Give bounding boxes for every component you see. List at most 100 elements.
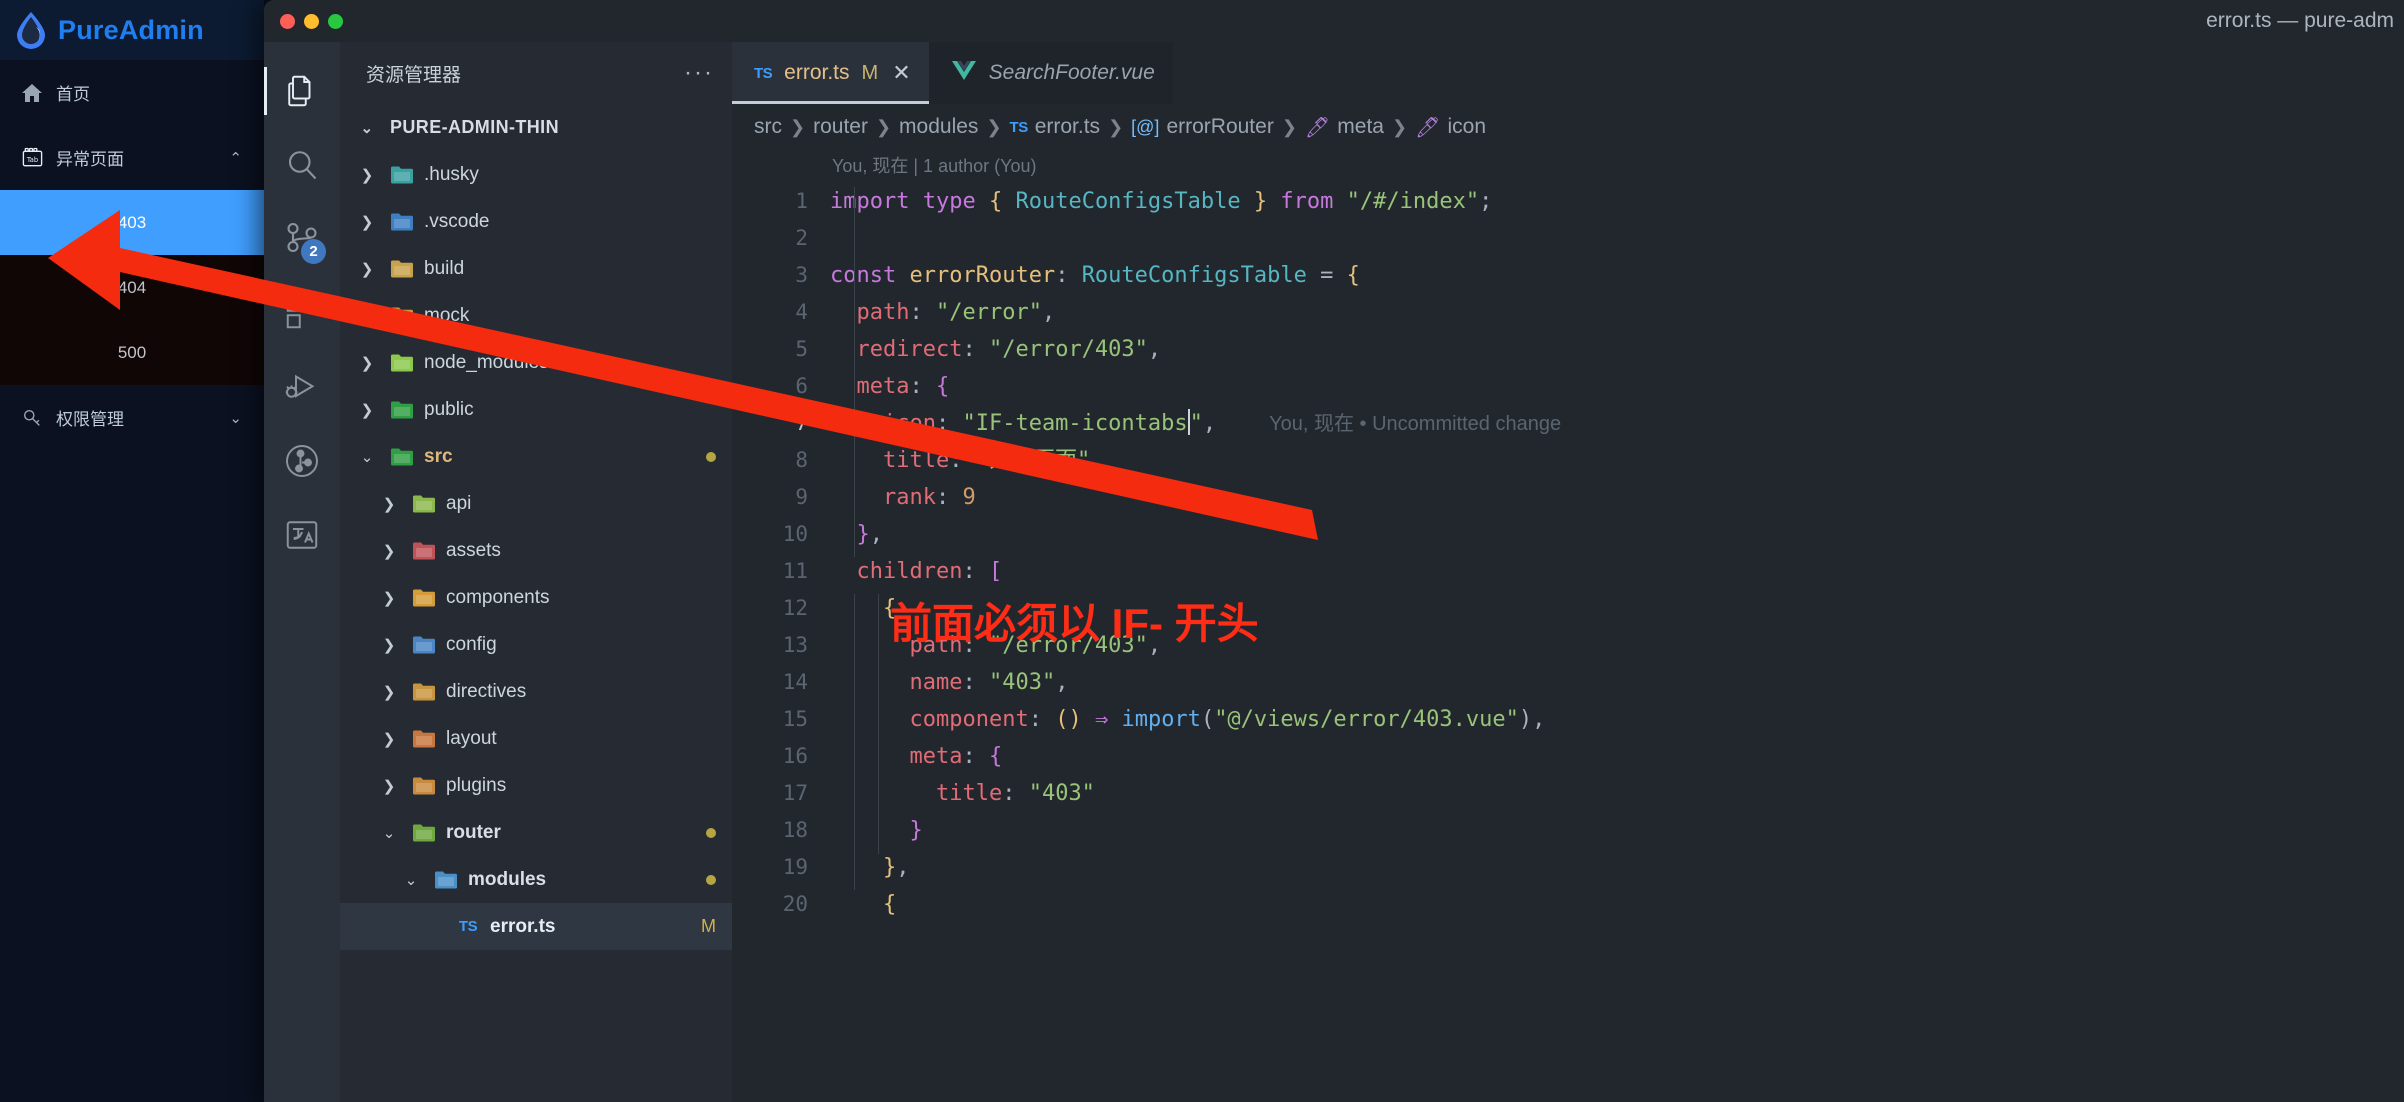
code-line-1[interactable]: import type { RouteConfigsTable } from "… [830,183,2404,220]
breadcrumb-label: icon [1447,115,1486,138]
chevron-up-icon[interactable]: ⌃ [229,149,242,167]
chevron-right-icon[interactable]: ❯ [354,166,380,184]
chevron-down-icon[interactable]: ⌄ [398,871,424,889]
chevron-down-icon[interactable]: ⌄ [354,448,380,466]
folder-api-icon [411,491,437,517]
code-line-16[interactable]: meta: { [830,738,2404,775]
breadcrumb-item-modules[interactable]: modules [899,115,978,139]
chevron-down-icon[interactable]: ⌄ [354,119,380,137]
tab-searchfooter-vue[interactable]: SearchFooter.vue [928,42,1173,104]
translate-icon[interactable] [264,498,340,572]
code-line-8[interactable]: title: "异常页面", [830,442,2404,479]
ts-file-icon: TS [458,918,478,935]
close-icon[interactable]: ✕ [892,60,910,86]
code-line-15[interactable]: component: () ⇒ import("@/views/error/40… [830,701,2404,738]
folder-src-icon [389,444,415,470]
code-line-3[interactable]: const errorRouter: RouteConfigsTable = { [830,257,2404,294]
tree-item-router[interactable]: ⌄ router [340,809,732,856]
minimize-window-button[interactable] [304,13,319,29]
chevron-right-icon[interactable]: ❯ [376,636,402,654]
tree-item-modules[interactable]: ⌄ modules [340,856,732,903]
line-number: 8 [795,448,808,472]
sidebar-item-permission[interactable]: 权限管理 ⌄ [0,385,264,450]
chevron-right-icon[interactable]: ❯ [376,589,402,607]
tree-item-api[interactable]: ❯ api [340,480,732,527]
line-number: 13 [782,633,808,657]
tab-error-ts[interactable]: TS error.ts M ✕ [732,42,929,104]
source-control-icon[interactable]: 2 [264,202,340,276]
tree-item-mock[interactable]: ❯ mock [340,292,732,339]
tree-item-build[interactable]: ❯ build [340,245,732,292]
code-line-6[interactable]: meta: { [830,368,2404,405]
tree-item--vscode[interactable]: ❯ .vscode [340,198,732,245]
code-line-14[interactable]: name: "403", [830,664,2404,701]
tree-item-error-ts[interactable]: TS error.ts M [340,903,732,950]
chevron-right-icon[interactable]: ❯ [376,683,402,701]
pure-admin-nav: 首页 Tab 异常页面 ⌃ 403 404 500 权限管理 ⌄ [0,60,264,450]
code-line-10[interactable]: }, [830,516,2404,553]
tree-item--husky[interactable]: ❯ .husky [340,151,732,198]
brand-logo[interactable]: PureAdmin [0,0,264,60]
code-line-11[interactable]: children: [ [830,553,2404,590]
window-body: 2 资源管理器 ··· ⌄ PURE-ADMIN-THIN ❯ .husky ❯… [264,42,2404,1102]
chevron-right-icon[interactable]: ❯ [376,730,402,748]
sidebar-item-500[interactable]: 500 [0,320,264,385]
tree-item-public[interactable]: ❯ public [340,386,732,433]
code-line-5[interactable]: redirect: "/error/403", [830,331,2404,368]
explorer-root-folder[interactable]: ⌄ PURE-ADMIN-THIN [340,104,732,151]
tree-item-src[interactable]: ⌄ src [340,433,732,480]
breadcrumb-item-error-ts[interactable]: TS error.ts [1010,115,1101,139]
code-line-17[interactable]: title: "403" [830,775,2404,812]
code-line-2[interactable] [830,220,2404,257]
chevron-right-icon[interactable]: ❯ [376,777,402,795]
tree-item-config[interactable]: ❯ config [340,621,732,668]
chevron-right-icon[interactable]: ❯ [354,401,380,419]
explorer-icon[interactable] [264,54,340,128]
chevron-down-icon[interactable]: ⌄ [376,824,402,842]
breadcrumb-item-icon[interactable]: 🖊 icon [1415,115,1486,140]
code-line-19[interactable]: }, [830,849,2404,886]
tree-item-assets[interactable]: ❯ assets [340,527,732,574]
modified-flag: M [701,916,716,936]
window-titlebar: error.ts — pure-adm [264,0,2404,42]
explorer-panel: 资源管理器 ··· ⌄ PURE-ADMIN-THIN ❯ .husky ❯ .vsc… [340,42,732,1102]
tree-item-directives[interactable]: ❯ directives [340,668,732,715]
breadcrumb-item-src[interactable]: src [754,115,782,139]
chevron-right-icon[interactable]: ❯ [354,213,380,231]
chevron-right-icon[interactable]: ❯ [376,542,402,560]
line-number: 9 [795,485,808,509]
chevron-right-icon[interactable]: ❯ [376,495,402,513]
chevron-right-icon: ❯ [790,116,806,137]
chevron-right-icon[interactable]: ❯ [354,307,380,325]
tree-item-plugins[interactable]: ❯ plugins [340,762,732,809]
code-line-20[interactable]: { [830,886,2404,923]
chevron-right-icon[interactable]: ❯ [354,354,380,372]
chevron-down-icon[interactable]: ⌄ [229,409,242,427]
tree-item-node-modules[interactable]: ❯ node_modules [340,339,732,386]
tab-label: error.ts [784,61,850,84]
code-line-9[interactable]: rank: 9 [830,479,2404,516]
line-number: 1 [795,189,808,213]
breadcrumb-item-router[interactable]: router [813,115,868,139]
run-and-debug-icon[interactable] [264,350,340,424]
code-line-18[interactable]: } [830,812,2404,849]
sidebar-item-404[interactable]: 404 [0,255,264,320]
explorer-more-actions-button[interactable]: ··· [684,61,714,85]
close-window-button[interactable] [280,13,295,29]
breadcrumb-item-errorrouter[interactable]: [@] errorRouter [1131,115,1274,139]
maximize-window-button[interactable] [328,13,343,29]
tree-item-layout[interactable]: ❯ layout [340,715,732,762]
code-line-7[interactable]: icon: "IF-team-icontabs", You, 现在 • Unco… [830,405,2404,442]
property-icon: 🖊 [1304,116,1331,139]
svg-text:Tab: Tab [25,156,37,164]
sidebar-item-403[interactable]: 403 [0,190,264,255]
tree-item-components[interactable]: ❯ components [340,574,732,621]
sidebar-item-home[interactable]: 首页 [0,60,264,125]
extensions-icon[interactable] [264,276,340,350]
testing-icon[interactable] [264,424,340,498]
sidebar-item-exception-pages[interactable]: Tab 异常页面 ⌃ [0,125,264,190]
search-icon[interactable] [264,128,340,202]
code-line-4[interactable]: path: "/error", [830,294,2404,331]
chevron-right-icon[interactable]: ❯ [354,260,380,278]
breadcrumb-item-meta[interactable]: 🖊 meta [1305,115,1384,140]
